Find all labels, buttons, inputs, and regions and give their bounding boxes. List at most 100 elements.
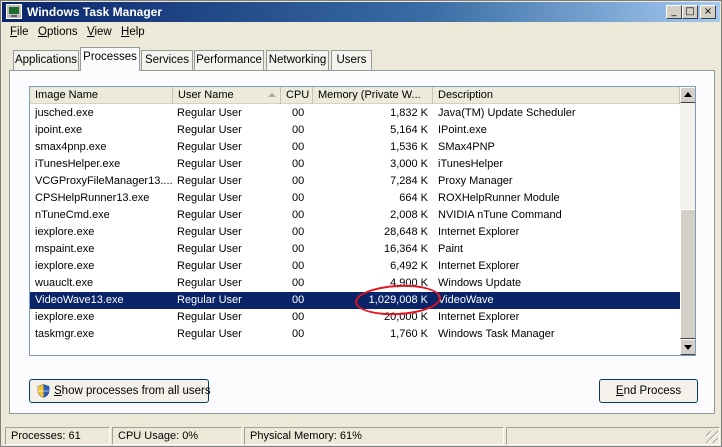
vertical-scrollbar[interactable] (680, 87, 695, 355)
cpu-cell: 00 (292, 226, 305, 238)
tab-processes[interactable]: Processes (80, 47, 140, 71)
image-name-cell: mspaint.exe (35, 243, 95, 255)
memory-cell: 16,364 K (383, 243, 428, 255)
memory-cell: 6,492 K (390, 260, 428, 272)
tab-applications[interactable]: Applications (13, 50, 79, 70)
column-image-name[interactable]: Image Name (30, 87, 173, 104)
image-name-cell: ipoint.exe (35, 124, 83, 136)
maximize-button[interactable]: □ (682, 5, 698, 19)
user-name-cell: Regular User (177, 328, 242, 340)
image-name-cell: taskmgr.exe (35, 328, 95, 340)
tab-performance[interactable]: Performance (194, 50, 264, 70)
tab-users[interactable]: Users (331, 50, 372, 70)
description-cell: IPoint.exe (438, 124, 487, 136)
user-name-cell: Regular User (177, 226, 242, 238)
cpu-cell: 00 (292, 175, 305, 187)
show-all-processes-button[interactable]: Show processes from all users (29, 379, 211, 403)
process-row[interactable]: iTunesHelper.exe Regular User 00 3,000 K iTu… (30, 156, 680, 173)
cpu-cell: 00 (292, 277, 305, 289)
cpu-cell: 00 (292, 124, 305, 136)
process-row[interactable]: iexplore.exe Regular User 00 28,648 K Intern… (30, 224, 680, 241)
process-row[interactable]: wuauclt.exe Regular User 00 4,900 K Windows … (30, 275, 680, 292)
process-row[interactable]: CPSHelpRunner13.exe Regular User 00 664 K RO… (30, 190, 680, 207)
description-cell: Windows Task Manager (438, 328, 555, 340)
cpu-cell: 00 (292, 107, 305, 119)
process-row[interactable]: iexplore.exe Regular User 00 20,000 K Intern… (30, 309, 680, 326)
user-name-cell: Regular User (177, 311, 242, 323)
uac-shield-icon (37, 384, 50, 398)
end-process-button[interactable]: End Process (599, 379, 698, 403)
process-row[interactable]: taskmgr.exe Regular User 00 1,760 K Windows … (30, 326, 680, 343)
user-name-cell: Regular User (177, 141, 242, 153)
resize-grip-icon[interactable] (706, 431, 718, 443)
scroll-down-icon[interactable] (680, 339, 695, 355)
process-row[interactable]: iexplore.exe Regular User 00 6,492 K Interne… (30, 258, 680, 275)
window-title: Windows Task Manager (27, 5, 163, 19)
process-row[interactable]: smax4pnp.exe Regular User 00 1,536 K SMax4PN… (30, 139, 680, 156)
process-row[interactable]: ipoint.exe Regular User 00 5,164 K IPoint.ex… (30, 122, 680, 139)
user-name-cell: Regular User (177, 158, 242, 170)
description-cell: Internet Explorer (438, 260, 520, 272)
image-name-cell: iexplore.exe (35, 260, 95, 272)
column-cpu[interactable]: CPU (281, 87, 313, 104)
column-description[interactable]: Description (433, 87, 680, 104)
cpu-cell: 00 (292, 209, 305, 221)
memory-cell: 28,648 K (383, 226, 428, 238)
status-empty-pane (506, 427, 720, 445)
close-button[interactable]: × (700, 5, 716, 19)
image-name-cell: nTuneCmd.exe (35, 209, 110, 221)
description-cell: ROXHelpRunner Module (438, 192, 560, 204)
cpu-cell: 00 (292, 311, 305, 323)
tab-services[interactable]: Services (141, 50, 193, 70)
image-name-cell: jusched.exe (35, 107, 94, 119)
image-name-cell: iTunesHelper.exe (35, 158, 121, 170)
sort-ascending-icon (268, 93, 276, 97)
description-cell: Internet Explorer (438, 226, 520, 238)
image-name-cell: smax4pnp.exe (35, 141, 107, 153)
description-cell: iTunesHelper (438, 158, 504, 170)
scroll-thumb[interactable] (680, 209, 695, 339)
status-processes: Processes: 61 (5, 427, 110, 445)
cpu-cell: 00 (292, 328, 305, 340)
menu-view[interactable]: View (87, 26, 112, 38)
minimize-button[interactable]: _ (666, 5, 682, 19)
process-list[interactable]: Image Name User Name CPU Memory (Private… (29, 86, 696, 356)
user-name-cell: Regular User (177, 277, 242, 289)
menu-options[interactable]: Options (38, 26, 78, 38)
user-name-cell: Regular User (177, 260, 242, 272)
user-name-cell: Regular User (177, 192, 242, 204)
title-bar[interactable]: Windows Task Manager _ □ × (2, 2, 720, 22)
image-name-cell: VideoWave13.exe (35, 294, 124, 306)
image-name-cell: wuauclt.exe (35, 277, 94, 289)
image-name-cell: VCGProxyFileManager13.... (35, 175, 173, 187)
tab-networking[interactable]: Networking (266, 50, 329, 70)
column-user-name[interactable]: User Name (173, 87, 281, 104)
user-name-cell: Regular User (177, 107, 242, 119)
process-rows: jusched.exe Regular User 00 1,832 K Java(TM)… (30, 105, 680, 343)
memory-cell: 1,760 K (390, 328, 428, 340)
memory-cell: 664 K (399, 192, 428, 204)
memory-cell: 7,284 K (390, 175, 428, 187)
description-cell: VideoWave (438, 294, 494, 306)
menu-help[interactable]: Help (121, 26, 145, 38)
list-header: Image Name User Name CPU Memory (Private… (30, 87, 680, 104)
scroll-up-icon[interactable] (680, 87, 695, 103)
process-row[interactable]: nTuneCmd.exe Regular User 00 2,008 K NVIDIA … (30, 207, 680, 224)
description-cell: SMax4PNP (438, 141, 495, 153)
memory-cell: 2,008 K (390, 209, 428, 221)
process-row[interactable]: jusched.exe Regular User 00 1,832 K Java(TM)… (30, 105, 680, 122)
cpu-cell: 00 (292, 243, 305, 255)
task-manager-app-icon[interactable] (6, 4, 22, 19)
cpu-cell: 00 (292, 141, 305, 153)
menu-file[interactable]: File (10, 26, 29, 38)
process-row[interactable]: mspaint.exe Regular User 00 16,364 K Paint (30, 241, 680, 258)
status-physical-memory: Physical Memory: 61% (244, 427, 504, 445)
column-memory[interactable]: Memory (Private W... (313, 87, 433, 104)
user-name-cell: Regular User (177, 124, 242, 136)
memory-cell: 1,832 K (390, 107, 428, 119)
status-cpu-usage: CPU Usage: 0% (112, 427, 242, 445)
description-cell: Java(TM) Update Scheduler (438, 107, 576, 119)
task-manager-window: Windows Task Manager _ □ × File Options … (0, 0, 722, 447)
memory-cell: 3,000 K (390, 158, 428, 170)
process-row[interactable]: VCGProxyFileManager13.... Regular User 00 7… (30, 173, 680, 190)
